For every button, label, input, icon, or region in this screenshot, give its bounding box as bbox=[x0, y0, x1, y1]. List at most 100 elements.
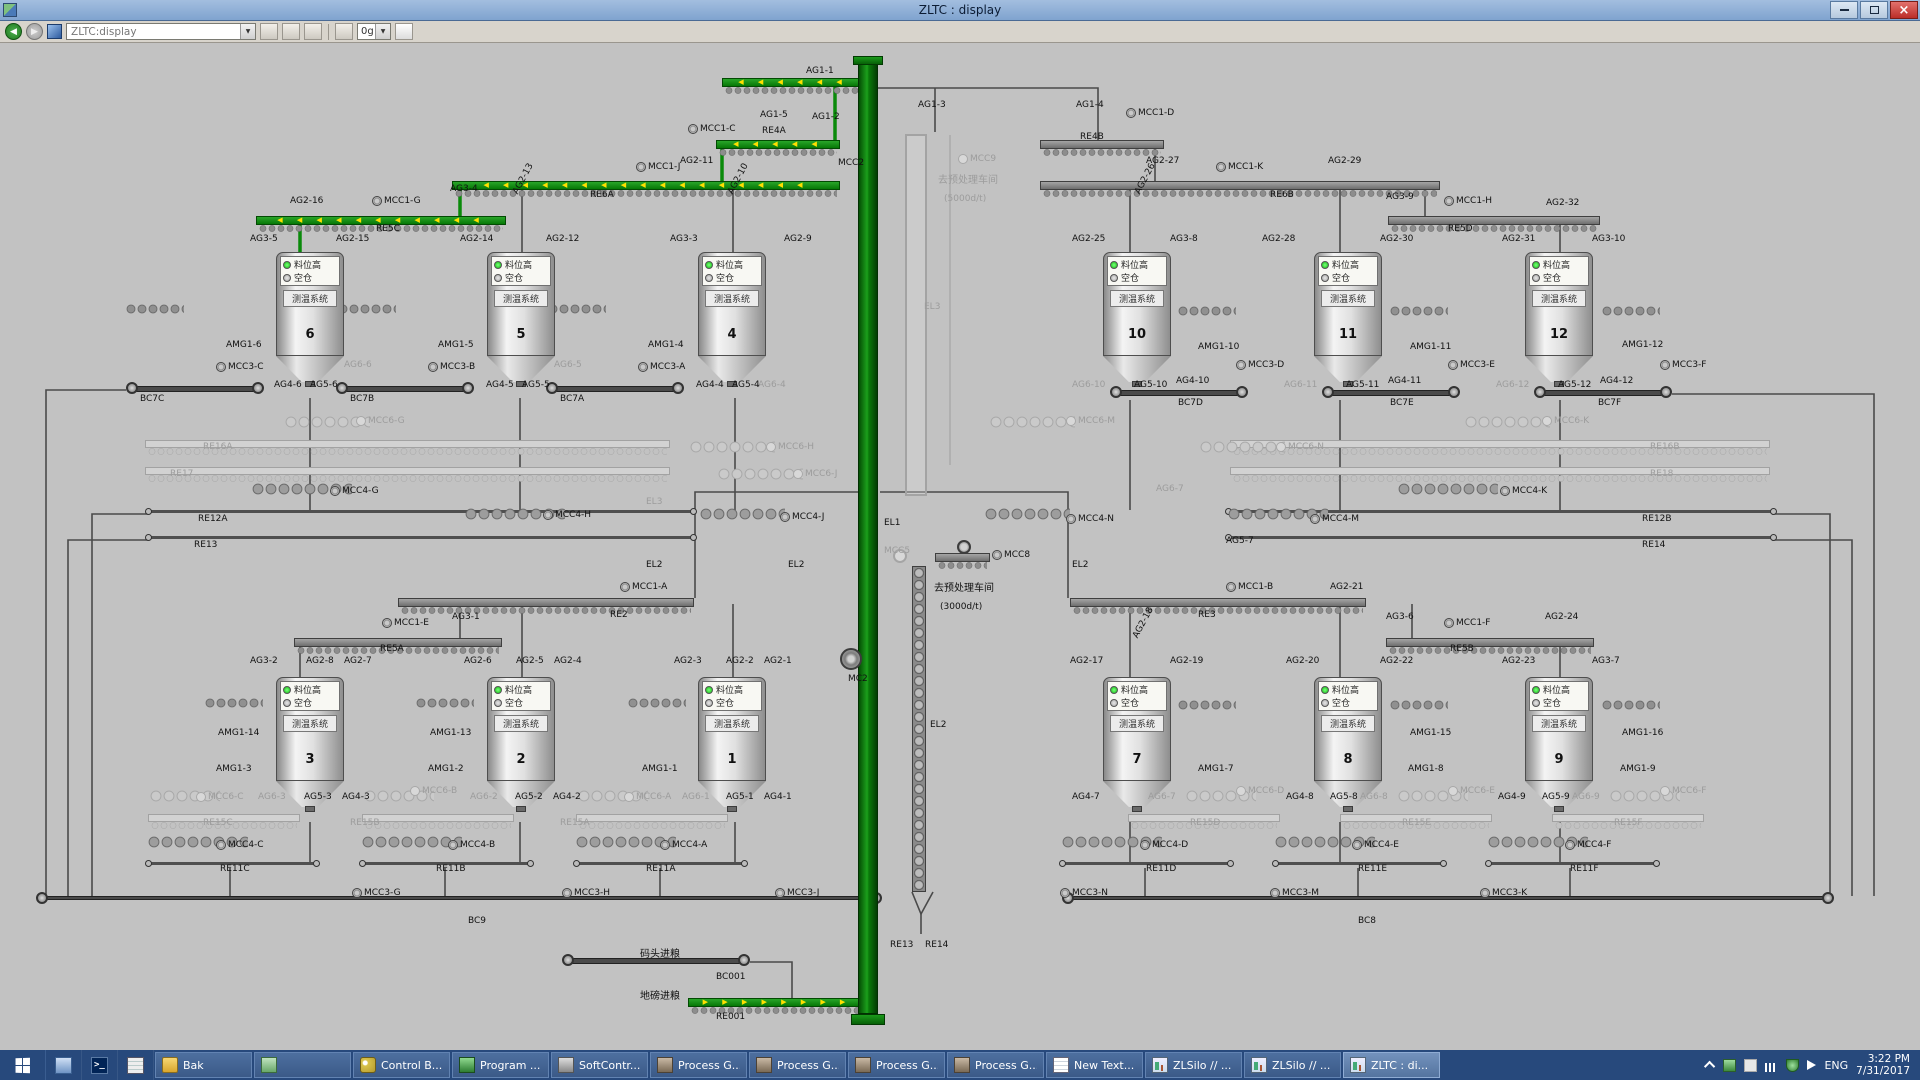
conveyor-MCC4-N[interactable] bbox=[985, 508, 1070, 520]
conveyor-AG1-top[interactable]: ◀ ◀ ◀ ◀ ◀ ◀ bbox=[722, 78, 864, 87]
display-cube-icon[interactable] bbox=[47, 24, 62, 39]
temp-system-button[interactable]: 测温系统 bbox=[283, 715, 337, 732]
equipment-label-MCC4-E[interactable]: MCC4-E bbox=[1352, 840, 1399, 850]
conveyor-RE12A[interactable] bbox=[148, 510, 693, 513]
conveyor-MCC4-K[interactable] bbox=[1398, 483, 1498, 495]
equipment-label-MCC3-M[interactable]: MCC3-M bbox=[1270, 888, 1319, 898]
zoom-selector[interactable]: 0g bbox=[357, 23, 391, 40]
equipment-label-MCC6-B[interactable]: MCC6-B bbox=[410, 786, 457, 796]
equipment-label-MCC9[interactable]: MCC9 bbox=[958, 154, 996, 164]
conveyor-MCC6-M[interactable] bbox=[990, 416, 1075, 428]
conveyor-MCC6-J[interactable] bbox=[718, 468, 803, 480]
quick-launch-explorer-icon[interactable] bbox=[46, 1050, 82, 1080]
temp-system-button[interactable]: 测温系统 bbox=[494, 715, 548, 732]
equipment-label-MCC3-C[interactable]: MCC3-C bbox=[216, 362, 264, 372]
equipment-label-MCC6-K[interactable]: MCC6-K bbox=[1542, 416, 1589, 426]
equipment-label-MCC3-J[interactable]: MCC3-J bbox=[775, 888, 819, 898]
taskbar-button-control-b[interactable]: Control B... bbox=[353, 1052, 450, 1078]
tray-expand-icon[interactable] bbox=[1704, 1061, 1715, 1072]
silo-10[interactable]: 料位高空仓测温系统10 bbox=[1103, 252, 1171, 387]
equipment-label-MCC3-G[interactable]: MCC3-G bbox=[352, 888, 401, 898]
equipment-label-MCC8[interactable]: MCC8 bbox=[992, 550, 1030, 560]
conveyor-MCC4-B[interactable] bbox=[362, 836, 462, 848]
conveyor-BC7E[interactable] bbox=[1327, 390, 1455, 396]
elevator-EL3[interactable] bbox=[905, 134, 927, 496]
equipment-label-MCC1-G[interactable]: MCC1-G bbox=[372, 196, 421, 206]
taskbar-button-new-text[interactable]: New Text... bbox=[1046, 1052, 1143, 1078]
equipment-label-MCC3-E[interactable]: MCC3-E bbox=[1448, 360, 1495, 370]
tray-hmi-icon[interactable] bbox=[1723, 1059, 1736, 1072]
equipment-label-MCC4-J[interactable]: MCC4-J bbox=[780, 512, 824, 522]
taskbar-button-zlsilo[interactable]: ZLSilo // ... bbox=[1145, 1052, 1242, 1078]
equipment-label-MCC4-D[interactable]: MCC4-D bbox=[1140, 840, 1188, 850]
equipment-label-MCC4-M[interactable]: MCC4-M bbox=[1310, 514, 1359, 524]
temp-system-button[interactable]: 测温系统 bbox=[1321, 290, 1375, 307]
temp-system-button[interactable]: 测温系统 bbox=[705, 715, 759, 732]
find-button[interactable] bbox=[282, 23, 300, 40]
taskbar-button-softcontr[interactable]: SoftContr... bbox=[551, 1052, 648, 1078]
temp-system-button[interactable]: 测温系统 bbox=[1110, 715, 1164, 732]
equipment-label-MCC4-K[interactable]: MCC4-K bbox=[1500, 486, 1547, 496]
equipment-label-MCC4-F[interactable]: MCC4-F bbox=[1565, 840, 1611, 850]
fan-icon-MCC8[interactable] bbox=[957, 540, 971, 554]
taskbar-button-process-g[interactable]: Process G... bbox=[947, 1052, 1044, 1078]
conveyor-RE4A[interactable]: ◀ ◀ ◀ ◀ ◀ bbox=[716, 140, 840, 149]
equipment-label-MCC1-J[interactable]: MCC1-J bbox=[636, 162, 680, 172]
taskbar-clock[interactable]: 3:22 PM 7/31/2017 bbox=[1856, 1053, 1910, 1077]
conveyor-BC9[interactable] bbox=[41, 896, 877, 900]
equipment-label-MCC1-K[interactable]: MCC1-K bbox=[1216, 162, 1263, 172]
equipment-label-MCC1-H[interactable]: MCC1-H bbox=[1444, 196, 1492, 206]
elevator-EL2[interactable] bbox=[912, 566, 926, 892]
equipment-label-MCC6-F[interactable]: MCC6-F bbox=[1660, 786, 1706, 796]
equipment-label-MCC3-H[interactable]: MCC3-H bbox=[562, 888, 610, 898]
close-button[interactable] bbox=[1890, 1, 1918, 19]
equipment-label-MCC3-A[interactable]: MCC3-A bbox=[638, 362, 685, 372]
print-button[interactable] bbox=[304, 23, 322, 40]
conveyor-RE5D[interactable] bbox=[1388, 216, 1600, 225]
conveyor-RE3[interactable] bbox=[1070, 598, 1366, 607]
conveyor-BC8[interactable] bbox=[1067, 896, 1829, 900]
taskbar-button-program[interactable]: Program ... bbox=[452, 1052, 549, 1078]
minimize-button[interactable] bbox=[1830, 1, 1858, 19]
taskbar-button-process-g[interactable]: Process G... bbox=[749, 1052, 846, 1078]
conveyor-RE18[interactable] bbox=[1230, 467, 1770, 475]
temp-system-button[interactable]: 测温系统 bbox=[1532, 715, 1586, 732]
equipment-label-MCC3-K[interactable]: MCC3-K bbox=[1480, 888, 1527, 898]
equipment-label-MCC6-E[interactable]: MCC6-E bbox=[1448, 786, 1495, 796]
temp-system-button[interactable]: 测温系统 bbox=[1532, 290, 1586, 307]
conveyor-RE6A[interactable]: ◀ ◀ ◀ ◀ ◀ ◀ ◀ ◀ ◀ ◀ ◀ ◀ ◀ ◀ ◀ ◀ ◀ bbox=[452, 181, 840, 190]
start-button[interactable] bbox=[0, 1050, 46, 1080]
taskbar-button-app[interactable] bbox=[254, 1052, 351, 1078]
page-icon-button[interactable] bbox=[395, 23, 413, 40]
equipment-label-MCC6-J[interactable]: MCC6-J bbox=[793, 469, 837, 479]
taskbar-button-bak[interactable]: Bak bbox=[155, 1052, 252, 1078]
conveyor-MCC8[interactable] bbox=[935, 553, 990, 562]
taskbar-button-process-g[interactable]: Process G... bbox=[650, 1052, 747, 1078]
nav-back-button[interactable] bbox=[5, 23, 22, 40]
equipment-label-MCC4-A[interactable]: MCC4-A bbox=[660, 840, 707, 850]
equipment-label-MCC6-A[interactable]: MCC6-A bbox=[624, 792, 671, 802]
equipment-label-MCC6-G[interactable]: MCC6-G bbox=[356, 416, 405, 426]
conveyor-MCC6-H[interactable] bbox=[690, 441, 775, 453]
temp-system-button[interactable]: 测温系统 bbox=[705, 290, 759, 307]
temp-system-button[interactable]: 测温系统 bbox=[494, 290, 548, 307]
conveyor-MCC6-K[interactable] bbox=[1465, 416, 1550, 428]
conveyor-RE15B[interactable] bbox=[362, 814, 514, 822]
equipment-label-MCC1-C[interactable]: MCC1-C bbox=[688, 124, 736, 134]
elevator-EL1[interactable] bbox=[858, 64, 878, 1014]
equipment-label-MCC4-G[interactable]: MCC4-G bbox=[330, 486, 379, 496]
conveyor-BC7D[interactable] bbox=[1115, 390, 1243, 396]
fan-icon-MC2[interactable] bbox=[840, 648, 862, 670]
nav-forward-button[interactable] bbox=[26, 23, 43, 40]
silo-6[interactable]: 料位高空仓测温系统6 bbox=[276, 252, 344, 387]
tray-shield-icon[interactable] bbox=[1786, 1059, 1799, 1072]
equipment-label-MCC3-F[interactable]: MCC3-F bbox=[1660, 360, 1706, 370]
conveyor-BC7A[interactable] bbox=[551, 386, 679, 392]
maximize-button[interactable] bbox=[1860, 1, 1888, 19]
conveyor-RE13[interactable] bbox=[148, 536, 693, 539]
temp-system-button[interactable]: 测温系统 bbox=[1110, 290, 1164, 307]
quick-launch-powershell-icon[interactable] bbox=[82, 1050, 118, 1080]
conveyor-RE14[interactable] bbox=[1228, 536, 1773, 539]
goto-display-button[interactable] bbox=[260, 23, 278, 40]
conveyor-RE001[interactable]: ▶ ▶ ▶ ▶ ▶ ▶ ▶ ▶ bbox=[688, 998, 866, 1007]
